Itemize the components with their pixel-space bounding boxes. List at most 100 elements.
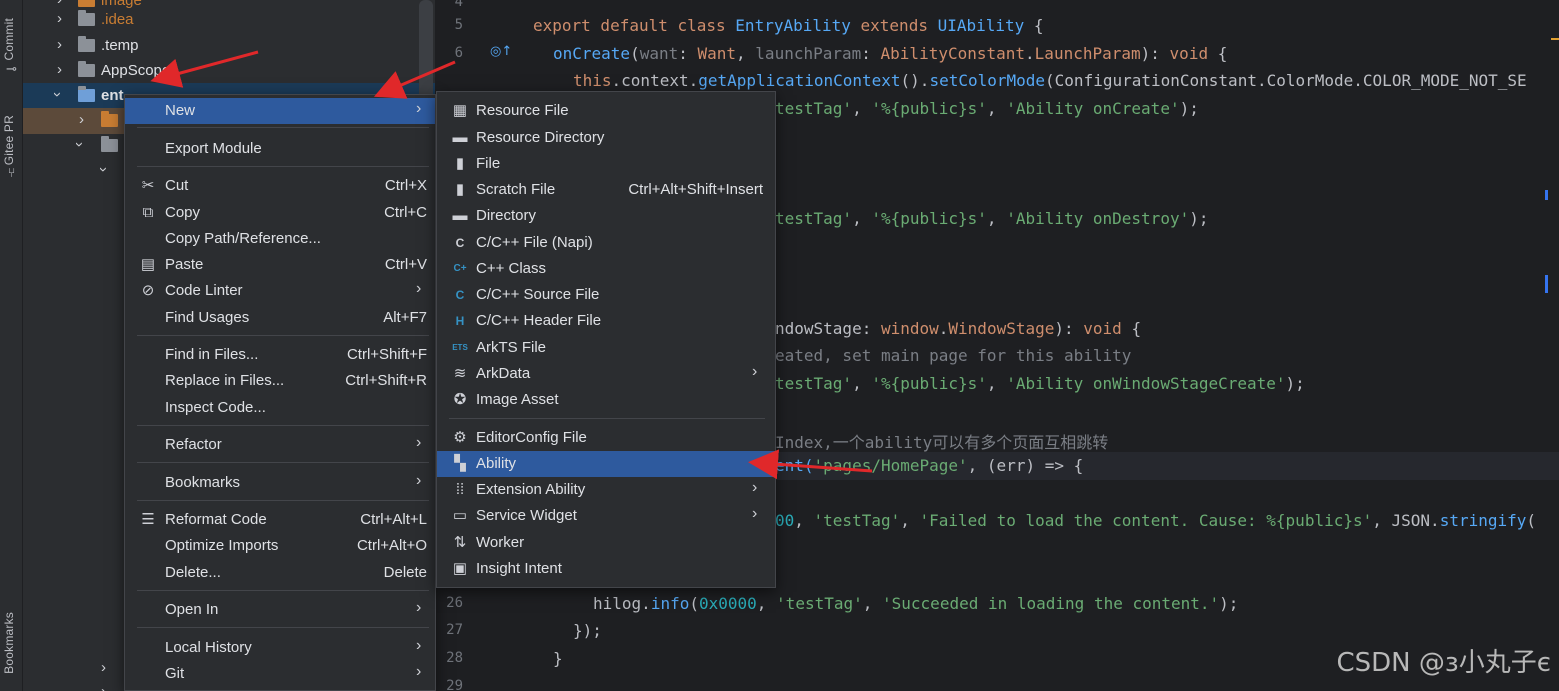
number: 0x0000 [698,594,757,613]
param: launchParam [755,44,862,63]
menu-item-find-in-files[interactable]: Find in Files... Ctrl+Shift+F [125,342,435,368]
menu-item-label: ArkData [476,365,531,382]
string: '%{public}s' [871,99,987,118]
code-text: hilog [593,594,642,613]
chevron-right-icon[interactable]: › [79,111,84,128]
code-line-26: hilog.info(0x0000, 'testTag', 'Succeeded… [593,594,1239,613]
cpp-class-icon: C+ [453,263,467,274]
submenu-item-resource-file[interactable]: ▦ Resource File [437,98,775,124]
menu-item-optimize-imports[interactable]: Optimize Imports Ctrl+Alt+O [125,533,435,559]
menu-item-refactor[interactable]: Refactor › [125,432,435,458]
submenu-item-insight-intent[interactable]: ▣ Insight Intent [437,556,775,582]
line-number: 5 [454,17,463,33]
menu-item-copy-path[interactable]: Copy Path/Reference... [125,226,435,252]
image-asset-icon: ✪ [453,391,467,408]
submenu-item-file[interactable]: ▮ File [437,151,775,177]
menu-item-label: Export Module [165,140,262,157]
chevron-right-icon[interactable]: › [57,61,62,78]
menu-item-open-in[interactable]: Open In › [125,597,435,623]
chevron-right-icon[interactable]: › [101,683,106,691]
chevron-right-icon[interactable]: › [57,36,62,53]
menu-item-new[interactable]: New › [125,98,435,124]
submenu-item-image-asset[interactable]: ✪ Image Asset [437,387,775,413]
string: '%{public}s' [871,374,987,393]
function-name: getApplicationContext [698,71,901,90]
commit-icon: ⊸ [6,60,17,76]
menu-item-replace-in-files[interactable]: Replace in Files... Ctrl+Shift+R [125,368,435,394]
warning-marker [1551,38,1559,40]
menu-item-shortcut: Ctrl+Alt+O [356,537,427,554]
type: window [880,319,939,338]
submenu-item-extension-ability[interactable]: ⁞⁞ Extension Ability › [437,477,775,503]
string: 'testTag' [776,594,863,613]
menu-item-label: Extension Ability [476,481,586,498]
function-name: stringify [1439,511,1527,530]
submenu-arrow-icon: › [752,363,758,380]
code-line-16: ndowStage: window.WindowStage): void { [775,319,1142,338]
menu-item-inspect-code[interactable]: Inspect Code... [125,395,435,421]
submenu-item-c-header-file[interactable]: H C/C++ Header File [437,308,775,334]
menu-item-label: Open In [165,601,219,618]
menu-item-bookmarks[interactable]: Bookmarks › [125,470,435,496]
scratch-file-icon: ▮ [455,181,465,198]
menu-item-copy[interactable]: ⧉ Copy Ctrl+C [125,200,435,226]
menu-item-delete[interactable]: Delete... Delete [125,560,435,586]
tree-item-temp[interactable]: › .temp [23,33,435,59]
chevron-right-icon[interactable]: › [57,10,62,27]
keyword: extends [850,16,938,35]
submenu-item-scratch-file[interactable]: ▮ Scratch File Ctrl+Alt+Shift+Insert [437,177,775,203]
keyword: this [573,71,612,90]
project-scrollbar[interactable] [419,0,433,100]
menu-item-local-history[interactable]: Local History › [125,635,435,661]
commit-tool-button[interactable]: Commit ⊸ [2,18,21,77]
submenu-item-c-source-file[interactable]: C C/C++ Source File [437,282,775,308]
code-line-28: } [553,649,563,668]
code-text: .context. [611,71,699,90]
menu-item-label: Delete... [165,564,221,581]
implement-gutter-icon[interactable]: ◎↑ [490,44,512,59]
submenu-item-cpp-class[interactable]: C+ C++ Class [437,256,775,282]
submenu-arrow-icon: › [416,472,422,489]
submenu-item-directory[interactable]: ▬ Directory [437,203,775,229]
tree-item-appscope[interactable]: › AppScope [23,58,435,84]
code-text: JSON [1391,511,1431,530]
menu-item-paste[interactable]: ▤ Paste Ctrl+V [125,252,435,278]
submenu-item-c-file-napi[interactable]: C C/C++ File (Napi) [437,230,775,256]
submenu-item-resource-directory[interactable]: ▬ Resource Directory [437,125,775,151]
menu-item-label: Replace in Files... [165,372,285,389]
tree-item-idea[interactable]: › .idea [23,7,435,33]
chevron-down-icon[interactable]: › [71,142,88,147]
menu-item-label: Worker [476,534,525,551]
code-text: (). [900,71,930,90]
param: ndowStage [775,319,862,338]
bookmarks-tool-button[interactable]: Bookmarks [2,612,21,674]
chevron-right-icon[interactable]: › [101,659,106,676]
chevron-down-icon[interactable]: › [95,167,112,172]
database-icon: ≋ [453,365,467,382]
submenu-item-arkts-file[interactable]: ETS ArkTS File [437,335,775,361]
code-line-6: onCreate(want: Want, launchParam: Abilit… [553,44,1228,63]
menu-item-git[interactable]: Git › [125,661,435,687]
menu-item-find-usages[interactable]: Find Usages Alt+F7 [125,305,435,331]
submenu-item-ability[interactable]: ▚ Ability [437,451,775,477]
submenu-arrow-icon: › [416,663,422,680]
code-line-20: Index,一个ability可以有多个页面互相跳转 [775,429,1108,453]
function-name: info [650,594,690,613]
menu-separator [137,590,429,591]
submenu-item-editorconfig-file[interactable]: ⚙ EditorConfig File [437,425,775,451]
submenu-item-service-widget[interactable]: ▭ Service Widget › [437,503,775,529]
menu-item-cut[interactable]: ✂ Cut Ctrl+X [125,173,435,199]
submenu-item-arkdata[interactable]: ≋ ArkData › [437,361,775,387]
menu-item-code-linter[interactable]: ⊘ Code Linter › [125,278,435,304]
submenu-item-worker[interactable]: ⇅ Worker [437,530,775,556]
project-context-menu: New › Export Module ✂ Cut Ctrl+X ⧉ Copy … [124,94,436,691]
menu-item-export-module[interactable]: Export Module [125,136,435,162]
chevron-down-icon[interactable]: › [49,92,66,97]
menu-item-reformat-code[interactable]: ☰ Reformat Code Ctrl+Alt+L [125,507,435,533]
menu-separator [449,418,765,419]
menu-item-label: Resource Directory [476,129,605,146]
comment: Index,一个ability可以有多个页面互相跳转 [775,433,1109,452]
param: want [639,44,679,63]
gitee-pr-tool-button[interactable]: Gitee PR ⑂ [2,115,21,180]
submenu-arrow-icon: › [416,434,422,451]
